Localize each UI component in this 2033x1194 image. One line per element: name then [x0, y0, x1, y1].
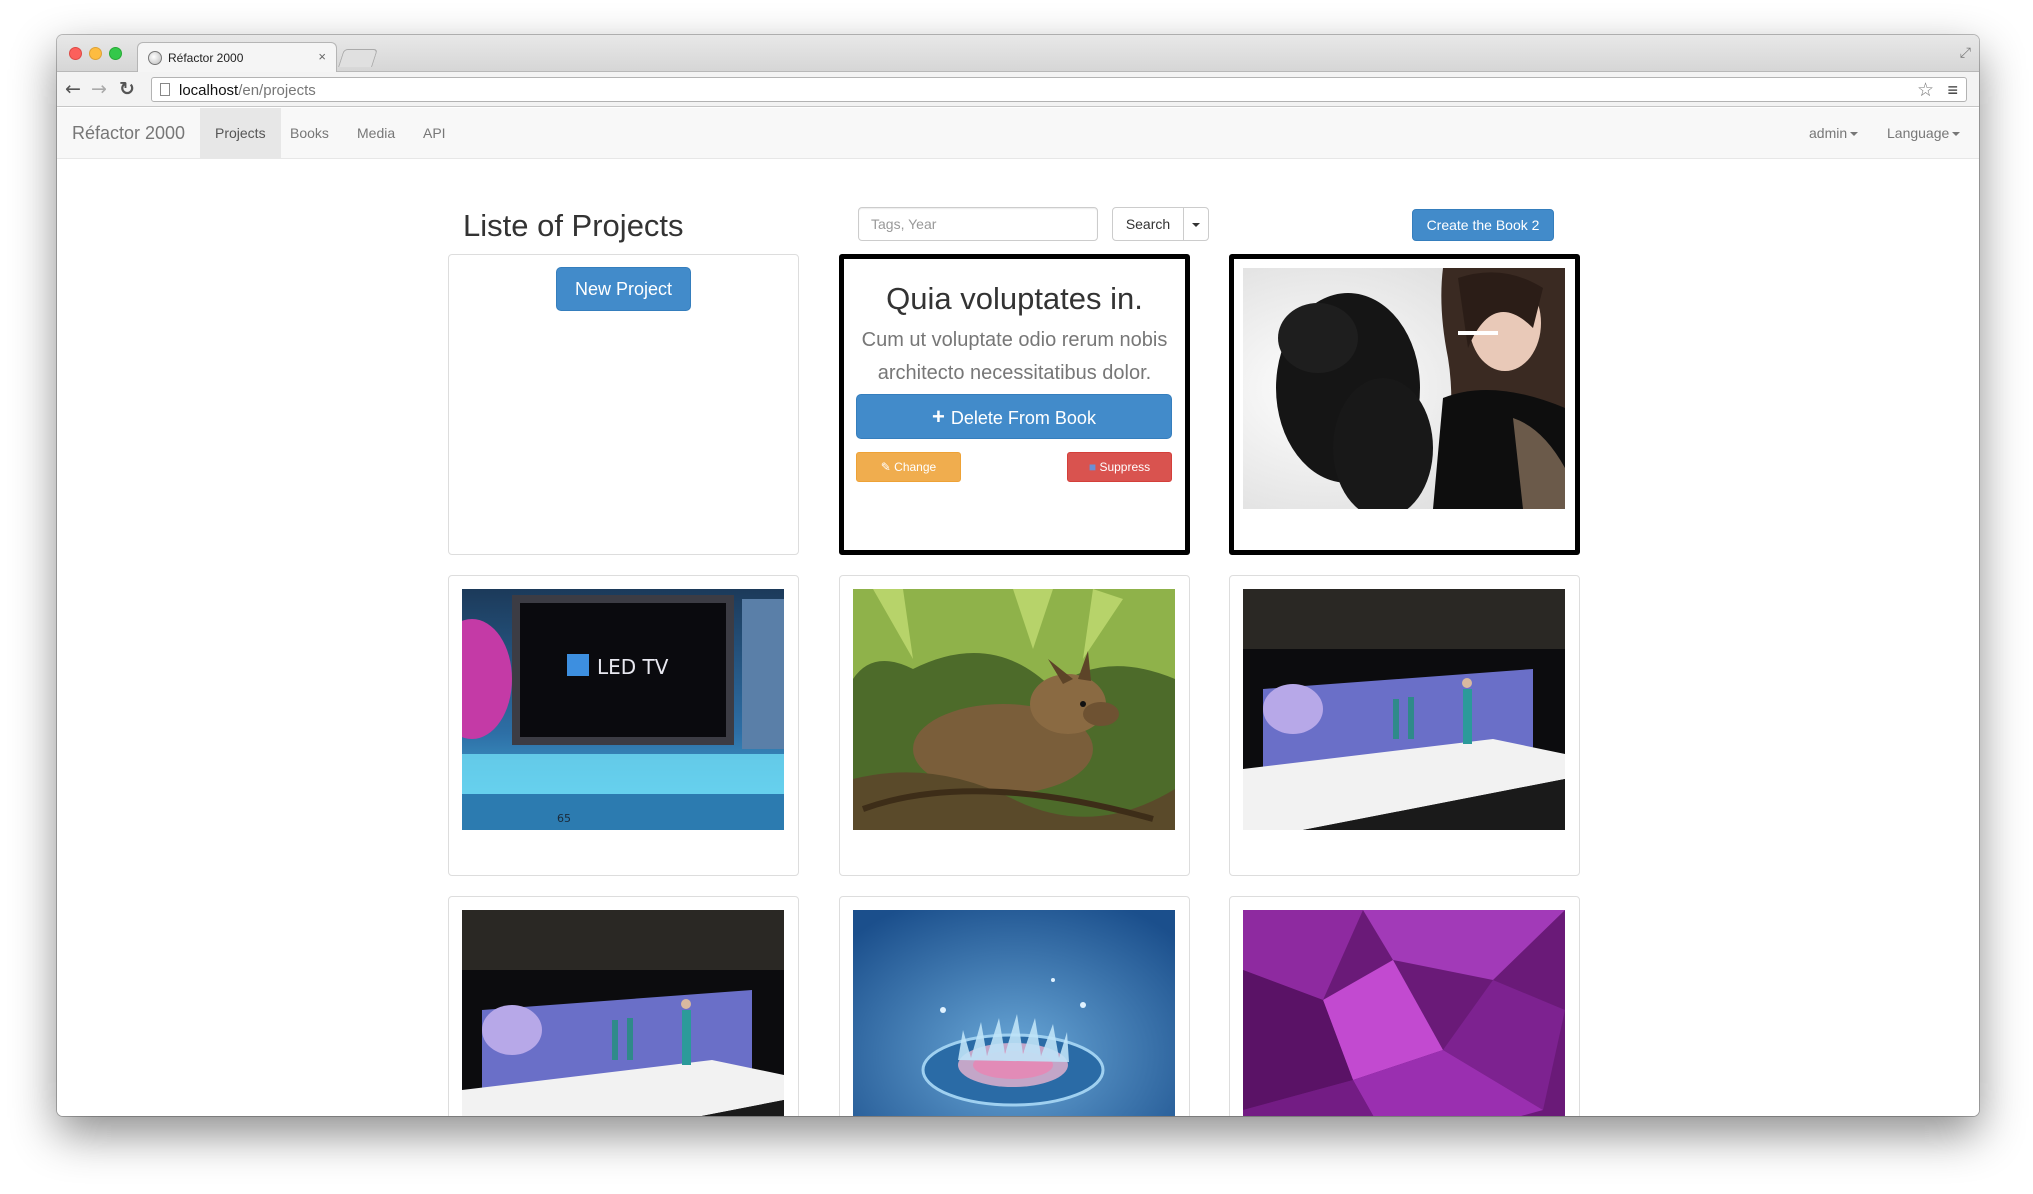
- back-icon[interactable]: ←: [65, 78, 81, 100]
- project-thumbnail[interactable]: [853, 910, 1175, 1116]
- url-path: /en/projects: [238, 82, 316, 99]
- project-thumbnail[interactable]: [1243, 910, 1565, 1116]
- minimize-window-button[interactable]: [89, 47, 102, 60]
- image-card[interactable]: [839, 575, 1190, 876]
- change-button[interactable]: ✎ Change: [856, 452, 961, 482]
- project-thumbnail[interactable]: [1243, 589, 1565, 830]
- language-dropdown[interactable]: Language: [1872, 108, 1975, 158]
- book-card: Quia voluptates in. Cum ut voluptate odi…: [839, 254, 1190, 555]
- delete-label: Delete From Book: [950, 408, 1096, 428]
- tab-title: Réfactor 2000: [168, 51, 244, 65]
- new-tab-button[interactable]: [338, 49, 378, 67]
- new-project-button[interactable]: New Project: [556, 267, 691, 311]
- runway-show-image: [462, 910, 784, 1116]
- search-options-button[interactable]: [1183, 207, 1209, 241]
- runway-show-image: [1243, 589, 1565, 830]
- main-content: Liste of Projects Search Create the Book…: [57, 159, 1979, 1116]
- nav-books[interactable]: Books: [275, 108, 344, 158]
- trash-icon: ■: [1088, 460, 1100, 474]
- suppress-button[interactable]: ■ Suppress: [1067, 452, 1172, 482]
- led-tv-logo-text: LED TV: [597, 655, 669, 679]
- nav-api[interactable]: API: [408, 108, 461, 158]
- image-card[interactable]: LED TV 65: [448, 575, 799, 876]
- page-icon: [160, 83, 170, 96]
- bookmark-star-icon[interactable]: ☆: [1917, 79, 1934, 102]
- close-window-button[interactable]: [69, 47, 82, 60]
- admin-dropdown[interactable]: admin: [1794, 108, 1873, 158]
- brand-link[interactable]: Réfactor 2000: [72, 123, 185, 144]
- book-description: Cum ut voluptate odio rerum nobis archit…: [861, 329, 1168, 384]
- new-project-card: New Project: [448, 254, 799, 555]
- url-text: localhost/en/projects: [179, 82, 316, 99]
- tab-close-icon[interactable]: ×: [318, 49, 326, 64]
- water-drop-image: [853, 910, 1175, 1116]
- browser-tab[interactable]: Réfactor 2000 ×: [137, 42, 337, 73]
- project-thumbnail[interactable]: [853, 589, 1175, 830]
- purple-crystals-image: [1243, 910, 1565, 1116]
- zoom-window-button[interactable]: [109, 47, 122, 60]
- caret-down-icon: [1952, 132, 1961, 137]
- image-card[interactable]: [1229, 896, 1580, 1116]
- change-label: Change: [894, 460, 937, 474]
- image-card[interactable]: [1229, 254, 1580, 555]
- image-card[interactable]: [1229, 575, 1580, 876]
- image-card[interactable]: [448, 896, 799, 1116]
- language-label: Language: [1887, 125, 1950, 141]
- project-thumbnail[interactable]: [1243, 268, 1565, 509]
- plus-icon: +: [932, 404, 945, 429]
- book-title: Quia voluptates in.: [886, 281, 1143, 316]
- page-title: Liste of Projects: [463, 208, 684, 243]
- delete-from-book-button[interactable]: + Delete From Book: [856, 394, 1172, 439]
- admin-label: admin: [1809, 125, 1848, 141]
- caret-down-icon: [1850, 132, 1859, 137]
- nav-media[interactable]: Media: [342, 108, 410, 158]
- fashion-portrait-image: [1243, 268, 1565, 509]
- led-tv-stage-image: LED TV 65: [462, 589, 784, 830]
- nav-projects[interactable]: Projects: [200, 108, 281, 158]
- url-host: localhost: [179, 82, 239, 99]
- project-thumbnail[interactable]: [462, 910, 784, 1116]
- forward-icon[interactable]: →: [91, 78, 107, 100]
- site-navbar: Réfactor 2000 Projects Books Media API a…: [57, 108, 1979, 159]
- url-field[interactable]: localhost/en/projects ☆ ≡: [151, 77, 1967, 102]
- search-button[interactable]: Search: [1112, 207, 1184, 241]
- fullscreen-icon[interactable]: ⤢: [1960, 44, 1971, 61]
- globe-icon: [148, 51, 162, 65]
- deer-in-forest-image: [853, 589, 1175, 830]
- project-thumbnail[interactable]: LED TV 65: [462, 589, 784, 830]
- caret-down-icon: [1192, 223, 1200, 228]
- image-card[interactable]: [839, 896, 1190, 1116]
- title-bar: Réfactor 2000 × ⤢: [57, 35, 1979, 73]
- suppress-label: Suppress: [1099, 460, 1151, 474]
- edit-icon: ✎: [880, 460, 895, 474]
- screen-number-text: 65: [557, 812, 571, 825]
- browser-window: Réfactor 2000 × ⤢ ← → ↻ localhost/en/pro…: [57, 35, 1979, 1116]
- address-bar: ← → ↻ localhost/en/projects ☆ ≡: [57, 72, 1979, 107]
- reload-icon[interactable]: ↻: [119, 78, 135, 100]
- menu-icon[interactable]: ≡: [1947, 80, 1958, 101]
- create-book-button[interactable]: Create the Book 2: [1412, 209, 1554, 241]
- search-input[interactable]: [858, 207, 1098, 241]
